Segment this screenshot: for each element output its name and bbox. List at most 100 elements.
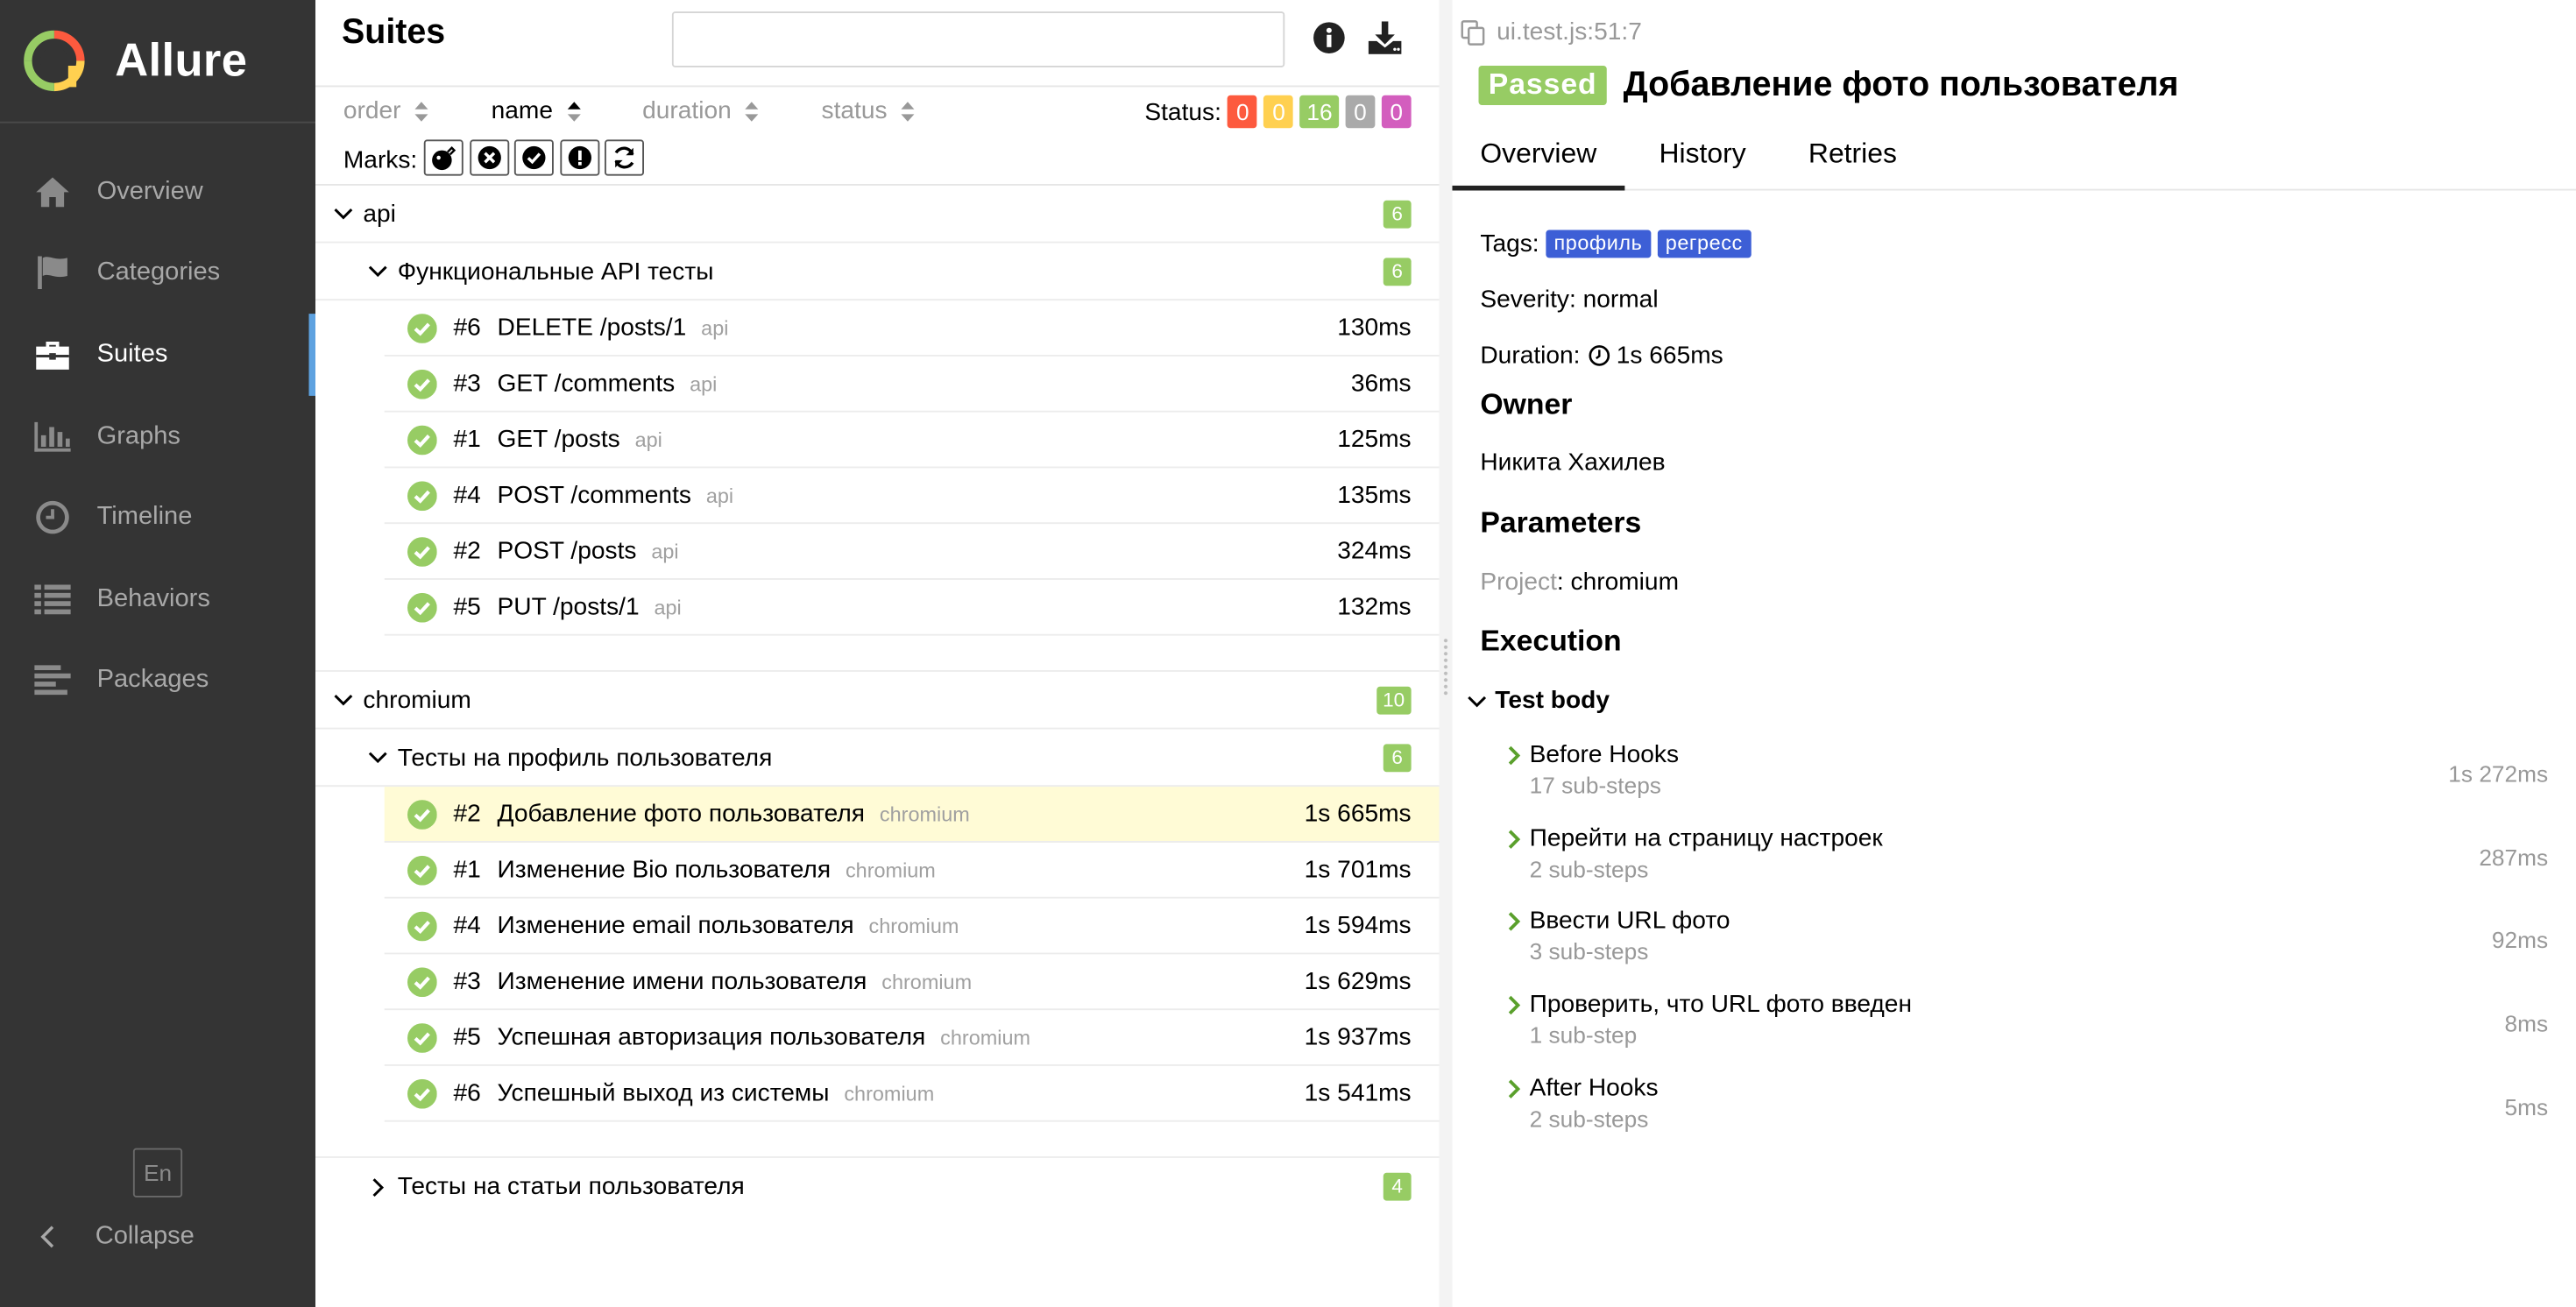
- test-name: Добавление фото пользователя: [497, 800, 866, 828]
- step-row[interactable]: Перейти на страницу настроек 2 sub-steps…: [1504, 824, 2549, 890]
- test-row[interactable]: #1 GET /posts api 125ms: [384, 413, 1440, 469]
- test-row[interactable]: #4 POST /comments api 135ms: [384, 468, 1440, 525]
- parameters-heading: Parameters: [1480, 505, 1642, 540]
- subgroup-row[interactable]: Тесты на статьи пользователя 4: [315, 1158, 1440, 1216]
- test-row[interactable]: #5 PUT /posts/1 api 132ms: [384, 580, 1440, 636]
- subgroup-count-badge: 6: [1383, 744, 1412, 773]
- nav-item-behaviors[interactable]: Behaviors: [0, 558, 315, 639]
- subgroup-row[interactable]: Тесты на профиль пользователя 6: [315, 730, 1440, 788]
- status-label: Status:: [1144, 97, 1221, 126]
- mark-flaky-button[interactable]: [423, 139, 464, 176]
- step-title: Before Hooks: [1529, 740, 1680, 769]
- chevron-down-icon: [332, 689, 355, 711]
- step-title: Перейти на страницу настроек: [1529, 824, 1883, 853]
- nav-item-timeline[interactable]: Timeline: [0, 477, 315, 558]
- test-duration: 36ms: [1350, 369, 1412, 398]
- test-row-selected[interactable]: #2 Добавление фото пользователя chromium…: [384, 787, 1440, 843]
- sort-order[interactable]: order: [343, 97, 429, 125]
- language-switch[interactable]: En: [132, 1148, 183, 1197]
- subgroup-row[interactable]: Функциональные API тесты 6: [315, 244, 1440, 301]
- test-tag: chromium: [844, 1081, 935, 1105]
- test-title-line: Passed Добавление фото пользователя: [1478, 66, 2179, 105]
- test-number: #5: [453, 1023, 481, 1051]
- suites-pane: Suites order name duration status Status…: [315, 0, 1440, 1307]
- nav-label-graphs: Graphs: [96, 421, 180, 449]
- nav-item-graphs[interactable]: Graphs: [0, 395, 315, 477]
- test-row[interactable]: #4 Изменение email пользователя chromium…: [384, 899, 1440, 955]
- nav-item-categories[interactable]: Categories: [0, 232, 315, 314]
- sort-icon: [901, 101, 915, 121]
- test-row[interactable]: #3 GET /comments api 36ms: [384, 357, 1440, 413]
- duration-value: 1s 665ms: [1616, 342, 1723, 371]
- mark-new-passed-button[interactable]: [513, 139, 554, 176]
- step-row[interactable]: Проверить, что URL фото введен 1 sub-ste…: [1504, 991, 2548, 1056]
- test-tag: api: [651, 539, 679, 563]
- nav-label-overview: Overview: [96, 177, 203, 205]
- test-row[interactable]: #1 Изменение Bio пользователя chromium 1…: [384, 843, 1440, 899]
- test-tag: chromium: [879, 802, 970, 826]
- info-icon[interactable]: [1311, 20, 1347, 56]
- test-row[interactable]: #3 Изменение имени пользователя chromium…: [384, 954, 1440, 1011]
- suites-header: Suites: [315, 0, 1440, 88]
- check-circle-icon: [522, 145, 546, 170]
- test-duration: 1s 629ms: [1304, 967, 1412, 996]
- step-duration: 287ms: [2479, 844, 2549, 871]
- test-row[interactable]: #6 Успешный выход из системы chromium 1s…: [384, 1066, 1440, 1122]
- severity-line: Severity: normal: [1480, 286, 1659, 314]
- test-name: DELETE /posts/1: [497, 314, 687, 342]
- tags-line: Tags: профиль регресс: [1480, 215, 1752, 272]
- group-row[interactable]: api 6: [315, 186, 1440, 244]
- sort-status[interactable]: status: [822, 97, 916, 125]
- search-input[interactable]: [671, 11, 1285, 67]
- sort-icon: [414, 101, 428, 121]
- mark-retries-button[interactable]: [605, 139, 644, 176]
- group-spacer: [315, 636, 1440, 672]
- pane-splitter[interactable]: [1439, 0, 1453, 1307]
- align-left-icon: [33, 662, 73, 698]
- nav-item-packages[interactable]: Packages: [0, 639, 315, 721]
- status-count-passed[interactable]: 16: [1299, 95, 1340, 129]
- step-duration: 5ms: [2504, 1093, 2549, 1120]
- step-row[interactable]: Ввести URL фото 3 sub-steps 92ms: [1504, 907, 2548, 972]
- status-count-broken[interactable]: 0: [1263, 95, 1294, 129]
- group-row[interactable]: chromium 10: [315, 672, 1440, 730]
- check-circle-icon: [407, 966, 437, 997]
- sort-asc-icon: [566, 101, 580, 121]
- check-circle-icon: [407, 536, 437, 566]
- check-circle-icon: [407, 424, 437, 455]
- group-count-badge: 10: [1376, 686, 1412, 715]
- sort-icon: [745, 101, 759, 121]
- nav-label-suites: Suites: [96, 340, 168, 368]
- status-count-unknown[interactable]: 0: [1381, 95, 1412, 129]
- nav-item-suites[interactable]: Suites: [0, 314, 315, 395]
- brand[interactable]: Allure: [0, 0, 315, 124]
- mark-new-failed-button[interactable]: [469, 139, 509, 176]
- test-row[interactable]: #6 DELETE /posts/1 api 130ms: [384, 300, 1440, 357]
- tab-retries[interactable]: Retries: [1780, 130, 1925, 190]
- test-row[interactable]: #5 Успешная авторизация пользователя chr…: [384, 1010, 1440, 1066]
- download-icon[interactable]: [1367, 20, 1403, 56]
- collapse-button[interactable]: Collapse: [36, 1222, 195, 1252]
- nav-item-overview[interactable]: Overview: [0, 152, 315, 233]
- sort-duration[interactable]: duration: [642, 97, 760, 125]
- status-count-skipped[interactable]: 0: [1345, 95, 1376, 129]
- subgroup-name: Тесты на статьи пользователя: [397, 1172, 745, 1201]
- test-tag: api: [701, 315, 729, 340]
- test-source-path[interactable]: ui.test.js:51:7: [1461, 18, 1642, 46]
- step-row[interactable]: Before Hooks 17 sub-steps 1s 272ms: [1504, 740, 2548, 807]
- test-body-toggle[interactable]: Test body: [1467, 687, 1610, 715]
- test-tag: api: [634, 427, 662, 451]
- sort-name[interactable]: name: [492, 97, 581, 125]
- step-row[interactable]: After Hooks 2 sub-steps 5ms: [1504, 1074, 2549, 1140]
- tab-overview[interactable]: Overview: [1452, 130, 1625, 191]
- test-number: #4: [453, 481, 481, 510]
- sort-duration-label: duration: [642, 96, 732, 125]
- test-number: #2: [453, 537, 481, 565]
- test-info: Tags: профиль регресс Severity: normal D…: [1480, 215, 1752, 385]
- mark-new-broken-button[interactable]: [559, 139, 599, 176]
- tab-history[interactable]: History: [1631, 130, 1774, 190]
- step-substeps: 3 sub-steps: [1529, 937, 1649, 964]
- test-name: PUT /posts/1: [497, 592, 640, 621]
- status-count-failed[interactable]: 0: [1228, 95, 1258, 129]
- test-row[interactable]: #2 POST /posts api 324ms: [384, 524, 1440, 580]
